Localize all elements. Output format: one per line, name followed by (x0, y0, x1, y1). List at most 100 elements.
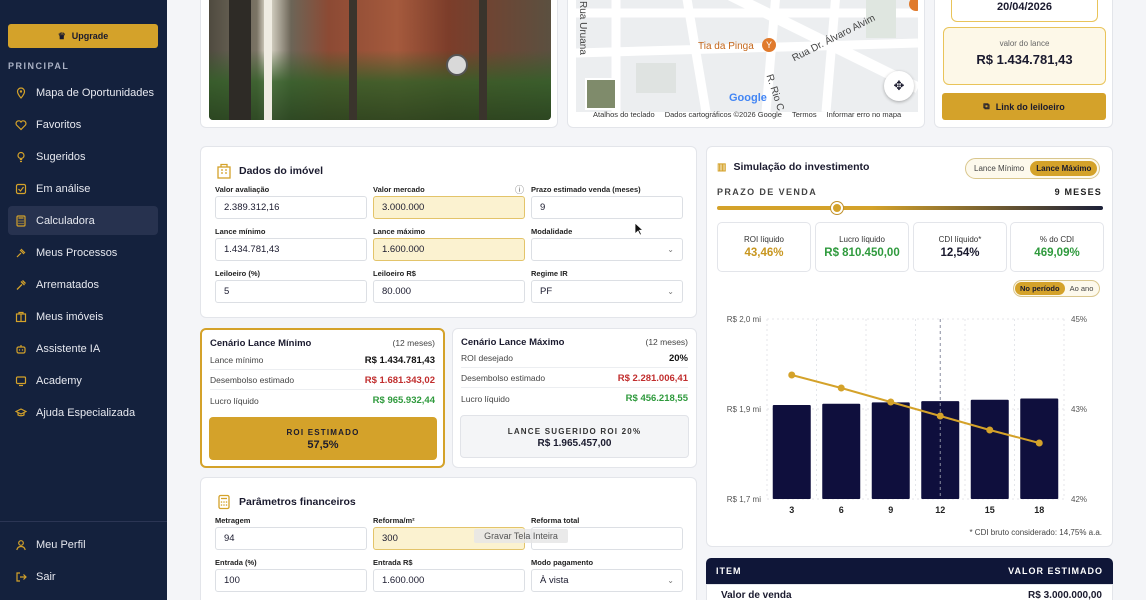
entrada-rs-input[interactable]: 1.600.000 (373, 569, 525, 592)
sidebar-item-mapa[interactable]: Mapa de Oportunidades (8, 78, 158, 107)
chart-bar (871, 402, 910, 499)
dados-title-wrap: Dados do imóvel (216, 163, 323, 179)
map-view[interactable]: Rua Uruana Rua Dr. Álvaro Alvim R. Rio C… (576, 0, 918, 112)
sidebar-item-calculadora[interactable]: Calculadora (8, 206, 158, 235)
sidebar-item-ajuda[interactable]: Ajuda Especializada (8, 398, 158, 427)
cenario-row: Desembolso estimado R$ 1.681.343,02 (210, 371, 435, 390)
mouse-cursor-icon (634, 222, 644, 236)
metragem-label: Metragem (215, 516, 251, 525)
building-icon (15, 311, 27, 323)
kpi-lucro-liquido: Lucro líquido R$ 810.450,00 (815, 222, 909, 272)
cenario-months: (12 meses) (392, 338, 435, 348)
dados-title: Dados do imóvel (239, 165, 324, 177)
roi-estimado-box: ROI ESTIMADO 57,5% (209, 417, 437, 460)
leiloeiro-rs-input[interactable]: 80.000 (373, 280, 525, 303)
map-terms-link[interactable]: Termos (792, 110, 817, 119)
sidebar-item-meus-processos[interactable]: Meus Processos (8, 238, 158, 267)
sidebar-item-arrematados[interactable]: Arrematados (8, 270, 158, 299)
y-left-tick: R$ 1,9 mi (727, 405, 761, 414)
slider-thumb[interactable] (830, 202, 843, 214)
map-pin-icon (15, 86, 27, 99)
property-photo[interactable] (209, 0, 551, 120)
map-footer: Atalhos do teclado Dados cartográficos ©… (593, 110, 901, 119)
row-value: 20% (668, 352, 688, 364)
regime-ir-select[interactable]: PF ⌄ (531, 280, 683, 303)
modalidade-select[interactable]: ⌄ (531, 238, 683, 261)
user-icon (15, 539, 27, 551)
sidebar-item-meus-imoveis[interactable]: Meus imóveis (8, 302, 158, 331)
building-icon (217, 163, 231, 179)
cenario-title: Cenário Lance Mínimo (210, 338, 312, 349)
roi-point (1035, 439, 1043, 447)
y-right-tick: 42% (1071, 495, 1087, 504)
lance-minimo-input[interactable]: 1.434.781,43 (215, 238, 367, 261)
sidebar-item-em-analise[interactable]: Em análise (8, 174, 158, 203)
chevron-down-icon: ⌄ (667, 287, 674, 296)
row-value: R$ 965.932,44 (372, 395, 435, 406)
prazo-venda-value: 9 MESES (1054, 187, 1102, 197)
monitor-icon (15, 375, 27, 387)
roi-estimado-label: ROI ESTIMADO (286, 428, 360, 437)
prazo-slider[interactable] (717, 202, 1103, 214)
cenario-row: Lance mínimo R$ 1.434.781,43 (210, 351, 435, 370)
toggle-no-periodo[interactable]: No período (1015, 282, 1065, 295)
lance-maximo-input[interactable]: 1.600.000 (373, 238, 525, 261)
toggle-lance-maximo[interactable]: Lance Máximo (1030, 161, 1098, 176)
map-data-label: Dados cartográficos ©2026 Google (664, 110, 782, 119)
screen-record-tooltip: Gravar Tela Inteira (474, 529, 568, 543)
cenario-row: Lucro líquido R$ 965.932,44 (210, 391, 435, 410)
chevron-down-icon: ⌄ (667, 245, 674, 254)
upgrade-button[interactable]: ♛ Upgrade (8, 24, 158, 48)
valor-avaliacao-input[interactable]: 2.389.312,16 (215, 196, 367, 219)
sidebar-item-assistente-ia[interactable]: Assistente IA (8, 334, 158, 363)
link-leiloeiro-button[interactable]: ⧉ Link do leiloeiro (942, 93, 1106, 120)
entrada-pct-input[interactable]: 100 (215, 569, 367, 592)
map-poi-pin-icon[interactable]: Y (762, 38, 776, 52)
roi-estimado-value: 57,5% (307, 439, 339, 451)
map-keyboard-shortcuts-link[interactable]: Atalhos do teclado (593, 110, 655, 119)
col-item: ITEM (716, 566, 742, 576)
kpi-value: 469,09% (1034, 247, 1080, 259)
kpi-label: CDI líquido* (938, 235, 982, 244)
heart-icon (15, 119, 27, 131)
calculator-icon (15, 214, 27, 227)
roi-point (936, 412, 944, 420)
row-label: Desembolso estimado (461, 373, 546, 383)
x-tick-label: 12 (935, 505, 945, 515)
prazo-input[interactable]: 9 (531, 196, 683, 219)
row-value: R$ 456.218,55 (625, 393, 688, 404)
kpi-label: ROI líquido (743, 235, 785, 244)
cenario-header: Cenário Lance Mínimo (12 meses) (210, 338, 435, 349)
sidebar-item-sair[interactable]: Sair (8, 562, 158, 591)
toggle-lance-minimo[interactable]: Lance Mínimo (968, 161, 1030, 176)
sidebar-item-academy[interactable]: Academy (8, 366, 158, 395)
toggle-ao-ano[interactable]: Ao ano (1065, 282, 1099, 295)
map-fullscreen-icon[interactable]: ✥ (884, 71, 914, 101)
cenario-header: Cenário Lance Máximo (12 meses) (461, 337, 688, 348)
cdi-footnote: * CDI bruto considerado: 14,75% a.a. (969, 528, 1102, 537)
kpi-label: % do CDI (1039, 235, 1075, 244)
info-icon[interactable]: ⓘ (515, 183, 524, 196)
map-report-link[interactable]: Informar erro no mapa (827, 110, 902, 119)
map-street-label: Rua Uruana (577, 1, 588, 55)
chevron-down-icon: ⌄ (667, 576, 674, 585)
row-item: Valor de venda (721, 590, 792, 600)
period-toggle: No período Ao ano (1013, 280, 1101, 297)
valor-mercado-input[interactable]: 3.000.000 (373, 196, 525, 219)
y-right-tick: 43% (1071, 405, 1087, 414)
metragem-input[interactable]: 94 (215, 527, 367, 550)
cenario-lance-minimo-card[interactable]: Cenário Lance Mínimo (12 meses) Lance mí… (200, 328, 445, 468)
leiloeiro-pct-label: Leiloeiro (%) (215, 269, 261, 278)
google-logo: Google (729, 92, 767, 104)
leiloeiro-pct-input[interactable]: 5 (215, 280, 367, 303)
modo-pagamento-select[interactable]: À vista ⌄ (531, 569, 683, 592)
lance-minimo-label: Lance mínimo (215, 227, 266, 236)
regime-ir-value: PF (540, 286, 553, 297)
y-left-tick: R$ 1,7 mi (727, 495, 761, 504)
row-label: Desembolso estimado (210, 375, 295, 385)
sidebar-item-meu-perfil[interactable]: Meu Perfil (8, 530, 158, 559)
cenario-lance-maximo-card[interactable]: Cenário Lance Máximo (12 meses) ROI dese… (452, 328, 697, 468)
sidebar-item-favoritos[interactable]: Favoritos (8, 110, 158, 139)
sidebar-item-sugeridos[interactable]: Sugeridos (8, 142, 158, 171)
lance-sugerido-value: R$ 1.965.457,00 (537, 438, 612, 449)
